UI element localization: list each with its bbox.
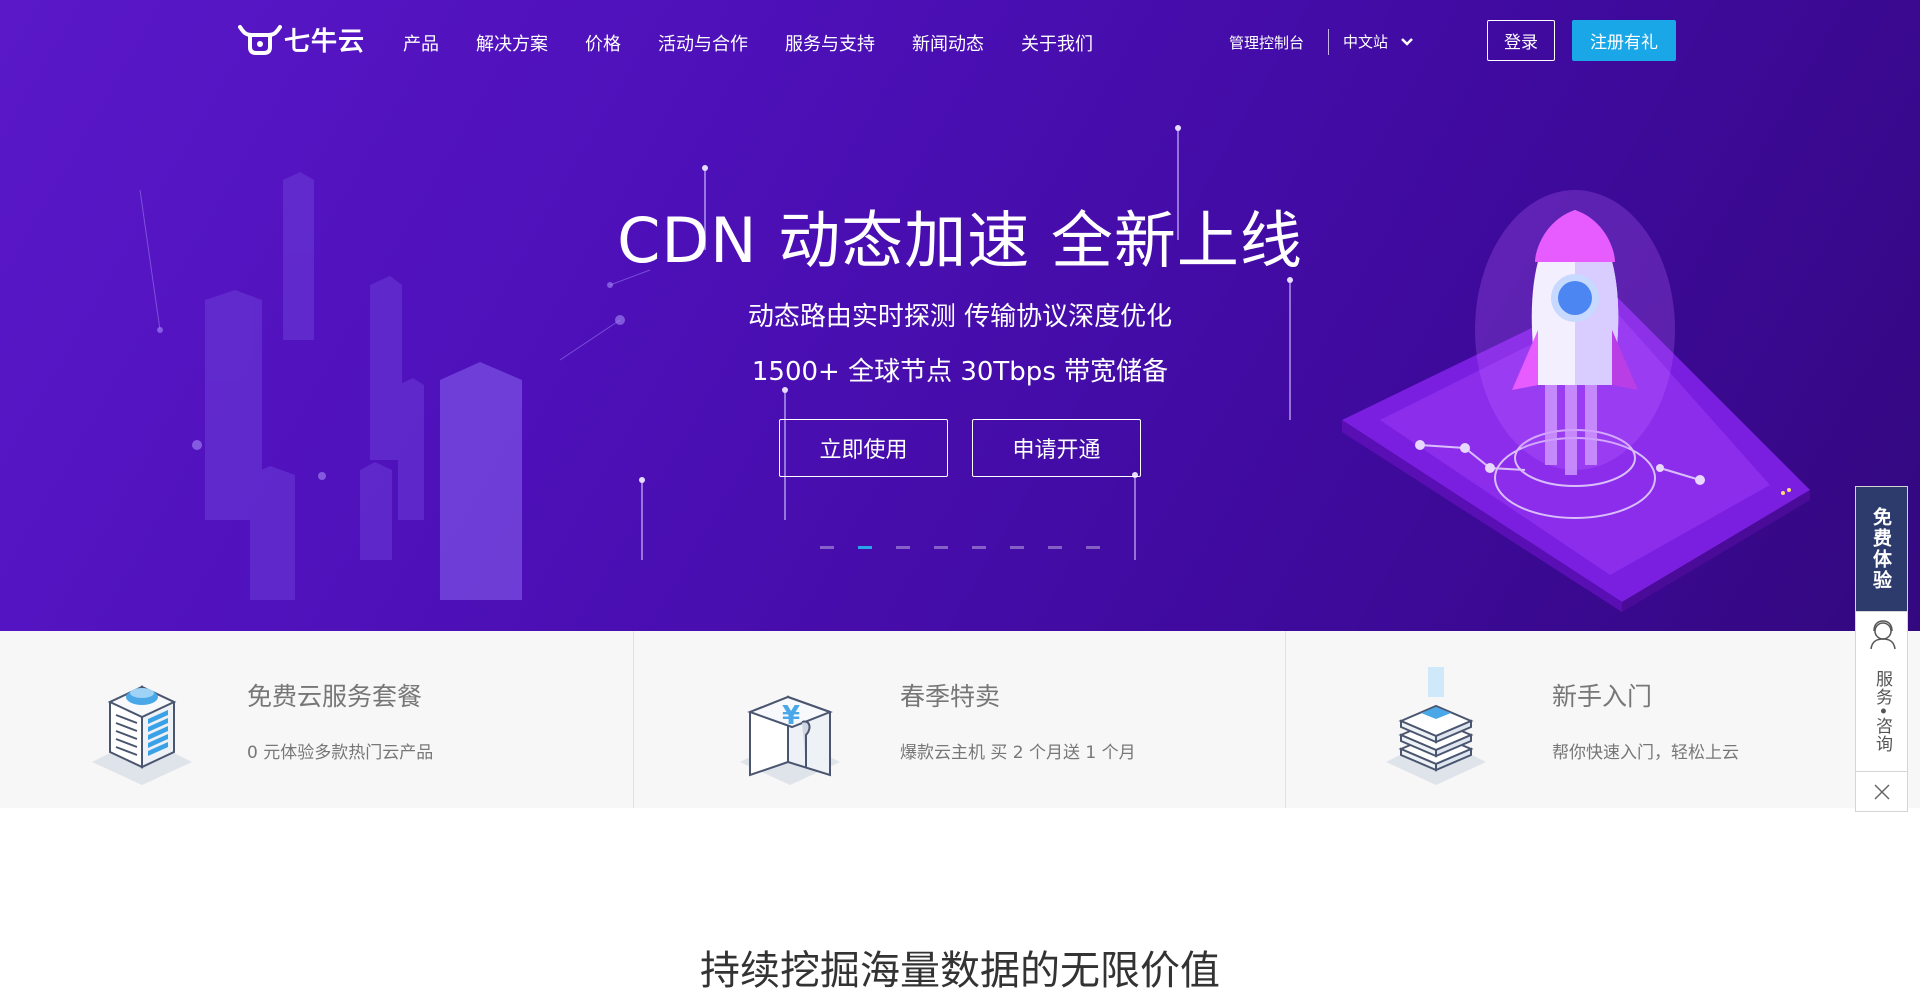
qiniu-logo-icon: [238, 25, 282, 55]
feature-title: 新手入门: [1552, 682, 1653, 711]
carousel-dot[interactable]: [1086, 546, 1100, 549]
feature-desc: 帮你快速入门，轻松上云: [1552, 743, 1739, 763]
menu-item-products[interactable]: 产品: [403, 30, 439, 56]
menu-item-activities[interactable]: 活动与合作: [658, 30, 748, 56]
nav-divider: [1328, 29, 1329, 55]
menu-item-pricing[interactable]: 价格: [585, 30, 621, 56]
language-selector[interactable]: 中文站: [1343, 31, 1414, 52]
section-heading: 持续挖掘海量数据的无限价值: [700, 948, 1220, 994]
carousel-dot[interactable]: [1010, 546, 1024, 549]
feature-title: 免费云服务套餐: [247, 682, 423, 711]
carousel-dot[interactable]: [1048, 546, 1062, 549]
feature-spring-sale[interactable]: ¥ 春季特卖 爆款云主机 买 2 个月送 1 个月: [634, 631, 1286, 808]
menu-item-news[interactable]: 新闻动态: [912, 30, 984, 56]
chevron-down-icon: [1401, 37, 1413, 46]
carousel-dot[interactable]: [896, 546, 910, 549]
menu-item-support[interactable]: 服务与支持: [785, 30, 875, 56]
menu-item-about[interactable]: 关于我们: [1021, 30, 1093, 56]
logo[interactable]: 七牛云: [238, 22, 366, 57]
logo-text: 七牛云: [284, 26, 366, 57]
main-menu: 产品 解决方案 价格 活动与合作 服务与支持 新闻动态 关于我们: [403, 30, 1130, 56]
hero-title: CDN 动态加速 全新上线: [617, 204, 1303, 277]
feature-desc: 爆款云主机 买 2 个月送 1 个月: [900, 743, 1136, 763]
use-now-button[interactable]: 立即使用: [779, 419, 948, 477]
feature-desc: 0 元体验多款热门云产品: [247, 743, 434, 763]
login-button[interactable]: 登录: [1487, 20, 1555, 61]
console-link[interactable]: 管理控制台: [1229, 32, 1304, 53]
close-icon: [1873, 783, 1890, 800]
feature-free-package[interactable]: 免费云服务套餐 0 元体验多款热门云产品: [0, 631, 634, 808]
signup-button[interactable]: 注册有礼: [1572, 20, 1676, 61]
svg-text:¥: ¥: [782, 701, 800, 731]
feature-strip: 免费云服务套餐 0 元体验多款热门云产品 ¥ 春季特卖 爆款云主机 买 2 个月…: [0, 631, 1920, 808]
language-label: 中文站: [1343, 33, 1389, 51]
carousel-dot[interactable]: [972, 546, 986, 549]
service-consult-label: 服务•咨询: [1872, 670, 1892, 754]
carousel-dot[interactable]: [934, 546, 948, 549]
hero-subtitle-1: 动态路由实时探测 传输协议深度优化: [747, 302, 1173, 332]
apply-button[interactable]: 申请开通: [972, 419, 1141, 477]
yuan-box-icon: ¥: [740, 695, 840, 785]
feature-title: 春季特卖: [900, 682, 1001, 711]
service-consult-tab[interactable]: 服务•咨询: [1855, 612, 1908, 772]
free-trial-tab[interactable]: 免费体验: [1855, 486, 1908, 612]
server-building-icon: [92, 685, 192, 785]
menu-item-solutions[interactable]: 解决方案: [476, 30, 548, 56]
top-navbar: 七牛云 产品 解决方案 价格 活动与合作 服务与支持 新闻动态 关于我们 管理控…: [0, 0, 1920, 82]
feature-getting-started[interactable]: 新手入门 帮你快速入门，轻松上云: [1286, 631, 1920, 808]
carousel-indicators: [820, 546, 1124, 549]
close-button[interactable]: [1855, 772, 1908, 812]
carousel-dot[interactable]: [858, 546, 872, 549]
hero-subtitle-2: 1500+ 全球节点 30Tbps 带宽储备: [751, 357, 1169, 387]
floating-panel: 免费体验 服务•咨询: [1855, 486, 1908, 812]
carousel-dot[interactable]: [820, 546, 834, 549]
layers-stack-icon: [1386, 667, 1486, 785]
customer-service-icon: [1870, 620, 1896, 650]
